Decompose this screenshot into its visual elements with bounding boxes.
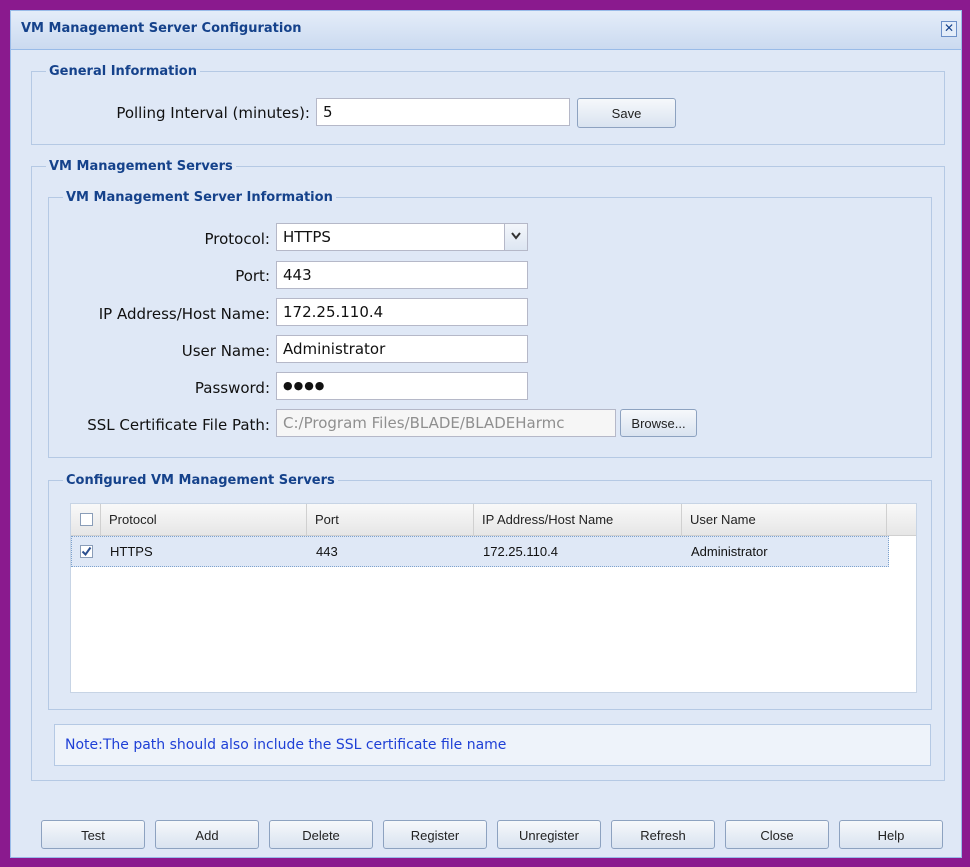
browse-button[interactable]: Browse... <box>620 409 697 437</box>
port-label: Port: <box>235 267 270 285</box>
test-button[interactable]: Test <box>41 820 145 849</box>
protocol-label: Protocol: <box>204 230 270 248</box>
column-header-ip[interactable]: IP Address/Host Name <box>474 504 682 535</box>
note-box: Note:The path should also include the SS… <box>54 724 931 766</box>
password-label: Password: <box>194 379 270 397</box>
chevron-down-icon[interactable] <box>504 224 527 250</box>
cell-ip: 172.25.110.4 <box>483 544 558 559</box>
configured-servers-legend: Configured VM Management Servers <box>66 473 335 488</box>
cell-user: Administrator <box>691 544 768 559</box>
user-name-input[interactable]: Administrator <box>276 335 528 363</box>
cell-protocol: HTTPS <box>110 544 153 559</box>
ssl-path-label: SSL Certificate File Path: <box>87 416 270 434</box>
ssl-path-input: C:/Program Files/BLADE/BLADEHarmc <box>276 409 616 437</box>
servers-grid: Protocol Port IP Address/Host Name User … <box>70 503 917 693</box>
grid-header: Protocol Port IP Address/Host Name User … <box>71 504 916 536</box>
password-input[interactable]: ●●●● <box>276 372 528 400</box>
close-icon[interactable]: ✕ <box>941 21 957 37</box>
select-all-checkbox[interactable] <box>80 513 93 526</box>
protocol-selected-value: HTTPS <box>283 228 331 246</box>
general-information-legend: General Information <box>49 64 197 79</box>
refresh-button[interactable]: Refresh <box>611 820 715 849</box>
server-information-legend: VM Management Server Information <box>66 190 333 205</box>
cell-port: 443 <box>316 544 338 559</box>
table-row[interactable]: HTTPS 443 172.25.110.4 Administrator <box>71 536 889 567</box>
port-input[interactable]: 443 <box>276 261 528 289</box>
vm-management-servers-legend: VM Management Servers <box>49 159 233 174</box>
add-button[interactable]: Add <box>155 820 259 849</box>
row-checkbox[interactable] <box>80 545 93 558</box>
ip-address-label: IP Address/Host Name: <box>98 305 270 323</box>
help-button[interactable]: Help <box>839 820 943 849</box>
header-checkbox-cell <box>71 504 101 535</box>
column-header-user[interactable]: User Name <box>682 504 887 535</box>
polling-interval-label: Polling Interval (minutes): <box>116 104 310 122</box>
polling-interval-input[interactable]: 5 <box>316 98 570 126</box>
delete-button[interactable]: Delete <box>269 820 373 849</box>
register-button[interactable]: Register <box>383 820 487 849</box>
column-header-protocol[interactable]: Protocol <box>101 504 307 535</box>
user-name-label: User Name: <box>181 342 270 360</box>
note-text: Note:The path should also include the SS… <box>65 737 507 753</box>
column-header-port[interactable]: Port <box>307 504 474 535</box>
ip-address-input[interactable]: 172.25.110.4 <box>276 298 528 326</box>
unregister-button[interactable]: Unregister <box>497 820 601 849</box>
save-button[interactable]: Save <box>577 98 676 128</box>
title-bar: VM Management Server Configuration ✕ <box>11 11 961 50</box>
close-button[interactable]: Close <box>725 820 829 849</box>
protocol-select[interactable]: HTTPS <box>276 223 528 251</box>
checkmark-icon <box>81 546 92 557</box>
dialog-title: VM Management Server Configuration <box>21 21 302 36</box>
